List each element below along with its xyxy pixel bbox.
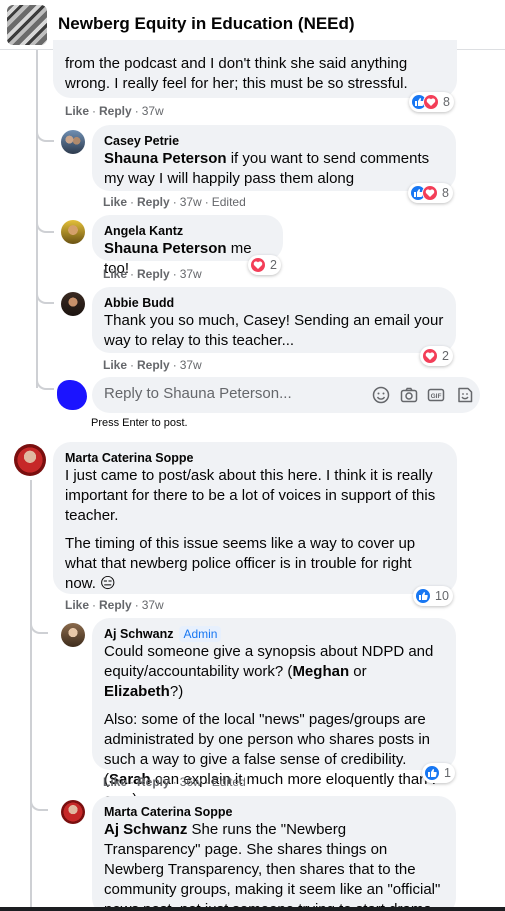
comment-bubble: Angela Kantz Shauna Peterson me too! xyxy=(92,215,283,277)
reaction-summary[interactable]: 1 xyxy=(422,763,455,783)
comment-author[interactable]: Casey Petrie xyxy=(104,133,444,149)
reply-link[interactable]: Reply xyxy=(99,104,132,118)
admin-badge[interactable]: Admin xyxy=(179,626,222,642)
comment-bubble: from the podcast and I don't think she s… xyxy=(53,40,457,98)
comment-bubble: Casey Petrie Shauna Peterson if you want… xyxy=(92,125,456,191)
thread-connector xyxy=(36,376,54,390)
reply-input[interactable] xyxy=(104,385,304,402)
comment-author[interactable]: Angela Kantz xyxy=(104,223,271,239)
reply-link[interactable]: Reply xyxy=(137,358,170,372)
reaction-count: 2 xyxy=(442,349,449,363)
timestamp[interactable]: 37w xyxy=(142,104,164,118)
timestamp[interactable]: 37w xyxy=(180,358,202,372)
mention-link[interactable]: Shauna Peterson xyxy=(104,240,227,257)
avatar[interactable] xyxy=(61,292,85,316)
thread-connector xyxy=(36,290,54,304)
comment-author: Aj Schwanz Admin xyxy=(104,626,444,642)
comment-actions: Like · Reply · 37w xyxy=(103,267,202,281)
reply-link[interactable]: Reply xyxy=(137,775,170,789)
comment-text: from the podcast and I don't think she s… xyxy=(65,55,408,92)
mention-link[interactable]: Shauna Peterson xyxy=(104,150,227,167)
comment-author[interactable]: Abbie Budd xyxy=(104,295,444,311)
reply-link[interactable]: Reply xyxy=(137,195,170,209)
love-reaction-icon xyxy=(423,94,439,110)
like-link[interactable]: Like xyxy=(103,358,127,372)
comment-text: Thank you so much, Casey! Sending an ema… xyxy=(104,312,444,349)
avatar[interactable] xyxy=(61,220,85,244)
reaction-summary[interactable]: 8 xyxy=(409,92,454,112)
current-user-avatar xyxy=(57,380,87,410)
emoji-icon[interactable] xyxy=(372,386,390,404)
love-reaction-icon xyxy=(250,257,266,273)
timestamp[interactable]: 37w xyxy=(180,267,202,281)
love-reaction-icon xyxy=(422,185,438,201)
group-title[interactable]: Newberg Equity in Education (NEEd) xyxy=(58,14,355,34)
comment-text: Aj Schwanz She runs the "Newberg Transpa… xyxy=(104,821,441,911)
comment-actions: Like · Reply · 37w · Edited xyxy=(103,195,246,209)
thread-connector xyxy=(36,128,54,142)
mention-link[interactable]: Elizabeth xyxy=(104,683,170,700)
svg-text:GIF: GIF xyxy=(431,393,442,400)
comment-bubble: Marta Caterina Soppe I just came to post… xyxy=(53,442,457,594)
reply-link[interactable]: Reply xyxy=(137,267,170,281)
like-link[interactable]: Like xyxy=(65,104,89,118)
avatar[interactable] xyxy=(61,800,85,824)
reaction-count: 8 xyxy=(443,95,450,109)
avatar[interactable] xyxy=(61,623,85,647)
comment-text: I just came to post/ask about this here.… xyxy=(65,467,436,592)
edited-label[interactable]: Edited xyxy=(212,195,246,209)
reaction-count: 10 xyxy=(435,589,449,603)
comment-author[interactable]: Marta Caterina Soppe xyxy=(65,450,445,466)
bottom-edge xyxy=(0,907,505,911)
gif-icon[interactable]: GIF xyxy=(427,386,445,404)
comment-bubble: Abbie Budd Thank you so much, Casey! Sen… xyxy=(92,287,456,353)
like-reaction-icon xyxy=(424,765,440,781)
reply-link[interactable]: Reply xyxy=(99,598,132,612)
thread-line xyxy=(30,480,32,910)
comment-actions: Like · Reply · 37w xyxy=(103,358,202,372)
sticker-icon[interactable] xyxy=(456,386,474,404)
comment-actions: Like · Reply · 36w · Edited xyxy=(103,775,246,789)
love-reaction-icon xyxy=(422,348,438,364)
reaction-summary[interactable]: 2 xyxy=(248,255,281,275)
camera-icon[interactable] xyxy=(400,386,418,404)
like-link[interactable]: Like xyxy=(103,195,127,209)
comment-actions: Like · Reply · 37w xyxy=(65,104,164,118)
reaction-count: 1 xyxy=(444,766,451,780)
like-link[interactable]: Like xyxy=(103,267,127,281)
like-reaction-icon xyxy=(415,588,431,604)
thread-connector xyxy=(30,620,48,634)
thread-connector xyxy=(30,797,48,811)
reaction-count: 8 xyxy=(442,186,449,200)
avatar[interactable] xyxy=(61,130,85,154)
comment-author[interactable]: Marta Caterina Soppe xyxy=(104,804,444,820)
author-name[interactable]: Aj Schwanz xyxy=(104,626,173,642)
reply-composer: GIF xyxy=(92,377,480,413)
like-link[interactable]: Like xyxy=(65,598,89,612)
timestamp[interactable]: 37w xyxy=(180,195,202,209)
mention-link[interactable]: Meghan xyxy=(292,663,349,680)
comment-bubble: Aj Schwanz Admin Could someone give a sy… xyxy=(92,618,456,808)
comment-actions: Like · Reply · 37w xyxy=(65,598,164,612)
reaction-summary[interactable]: 2 xyxy=(420,346,453,366)
timestamp[interactable]: 37w xyxy=(142,598,164,612)
edited-label[interactable]: Edited xyxy=(212,775,246,789)
group-thumbnail[interactable] xyxy=(7,5,47,45)
timestamp[interactable]: 36w xyxy=(180,775,202,789)
avatar[interactable] xyxy=(14,444,46,476)
thread-connector xyxy=(36,219,54,233)
reaction-count: 2 xyxy=(270,258,277,272)
comment-text: Shauna Peterson if you want to send comm… xyxy=(104,150,430,187)
comment-bubble: Marta Caterina Soppe Aj Schwanz She runs… xyxy=(92,796,456,911)
press-enter-hint: Press Enter to post. xyxy=(91,417,188,429)
reaction-summary[interactable]: 10 xyxy=(413,586,453,606)
reaction-summary[interactable]: 8 xyxy=(408,183,453,203)
like-link[interactable]: Like xyxy=(103,775,127,789)
mention-link[interactable]: Aj Schwanz xyxy=(104,821,187,838)
